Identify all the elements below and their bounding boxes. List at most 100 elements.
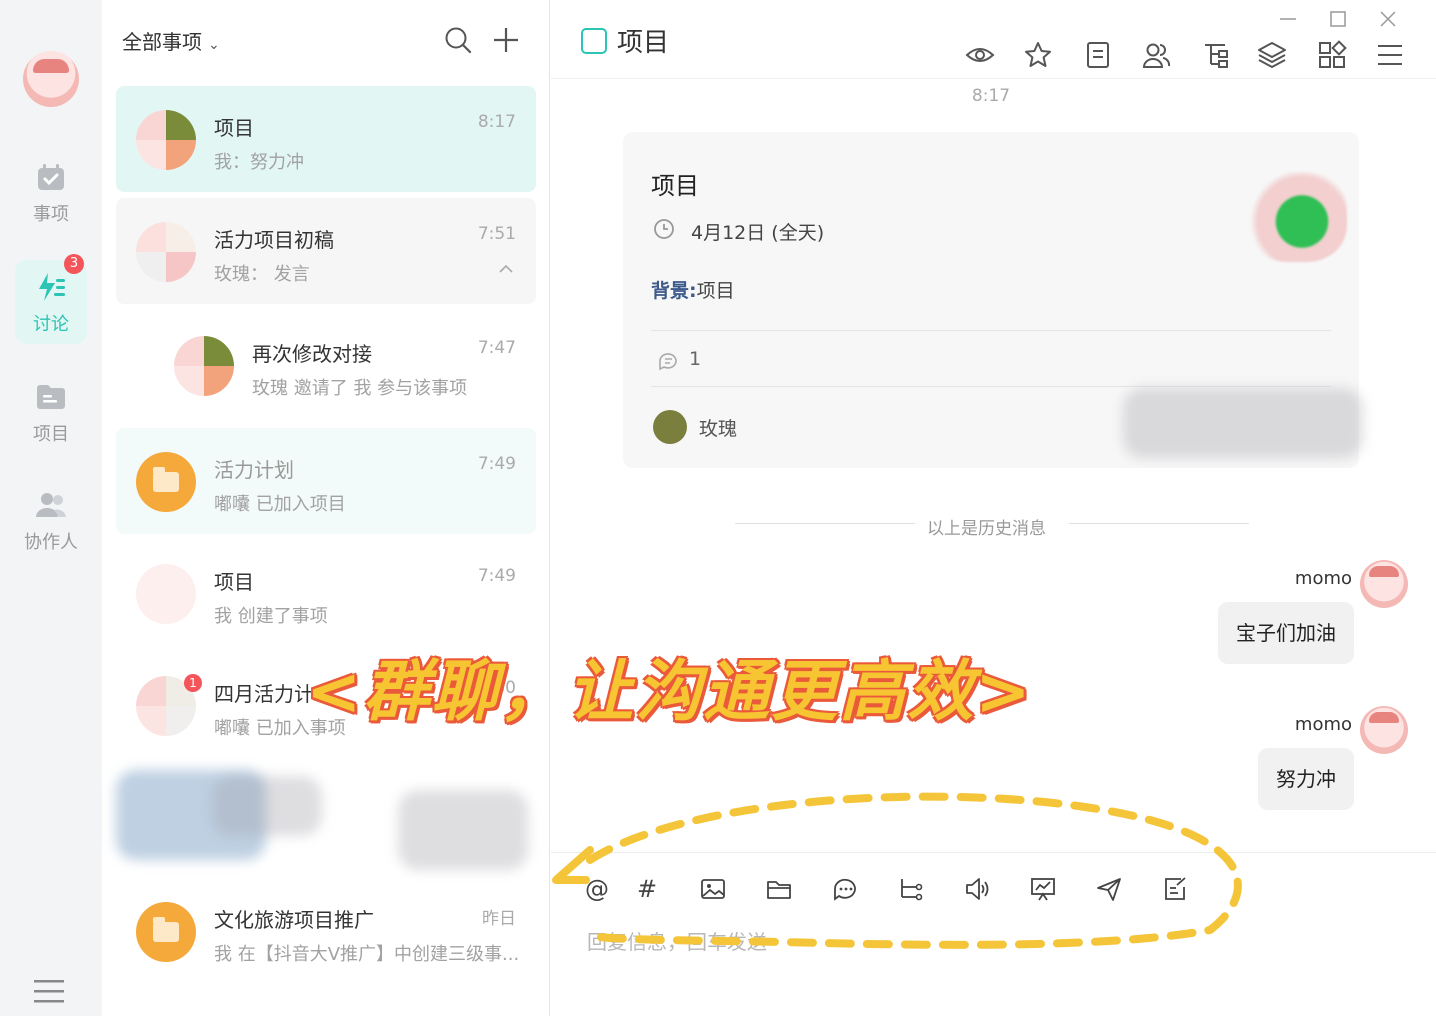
list-item[interactable]: 项目 我 创建了事项 7:49 [116,540,536,646]
avatar[interactable] [1360,706,1408,754]
item-time: 7:47 [477,338,516,358]
nav-label: 项目 [33,424,69,445]
nav-label: 协作人 [24,532,78,553]
avatar [653,410,687,444]
more-menu-icon[interactable] [1375,40,1405,70]
nav-item-collaborators[interactable]: 协作人 [15,478,87,562]
avatar[interactable] [1360,560,1408,608]
history-divider: 以上是历史消息 [927,519,1046,539]
filter-dropdown[interactable]: 全部事项 ⌄ [122,26,220,55]
folder-icon [37,385,65,409]
card-background: 背景:项目 [651,276,735,303]
maximize-icon[interactable] [1329,10,1347,28]
chat-icon[interactable] [831,875,859,903]
avatar [136,564,196,624]
filter-label: 全部事项 [122,30,202,54]
folder-avatar [136,452,196,512]
nav-label: 讨论 [33,314,69,335]
minimize-icon[interactable] [1279,10,1297,28]
chevron-down-icon: ⌄ [208,37,220,53]
presentation-icon[interactable] [1029,875,1057,903]
chevron-up-icon[interactable] [498,264,514,274]
redaction-mark [1123,388,1363,458]
members-icon[interactable] [1141,40,1171,70]
item-title: 项目 [214,116,254,140]
item-title: 再次修改对接 [252,342,372,366]
voice-icon[interactable] [963,875,991,903]
star-icon[interactable] [1023,40,1053,70]
redaction-mark [212,776,322,836]
item-title: 文化旅游项目推广 [214,908,374,932]
unread-badge: 1 [184,674,202,692]
folder-icon[interactable] [765,875,793,903]
app-window: 事项 3 讨论 项目 协作人 全部事项 ⌄ 项目 我：努力冲 8:17 活力项目… [0,0,1436,1016]
item-time: 7:49 [477,566,516,586]
item-title: 活力项目初稿 [214,228,334,252]
add-icon[interactable] [492,26,520,54]
discussion-bolt-icon [39,273,65,301]
message-bubble[interactable]: 努力冲 [1258,748,1354,810]
chat-title-text: 项目 [617,28,670,58]
item-subtitle: 我 创建了事项 [214,606,328,627]
item-subtitle: 嘟囔 已加入项目 [214,494,346,515]
hash-icon[interactable]: # [633,875,661,903]
group-avatar [136,110,196,170]
at-icon[interactable]: @ [583,875,611,903]
item-time: 昨日 [482,909,516,929]
nav-item-projects[interactable]: 项目 [15,370,87,454]
nav-item-tasks[interactable]: 事项 [15,150,87,234]
divider [1069,523,1249,524]
list-item[interactable]: 项目 我：努力冲 8:17 [116,86,536,192]
flow-icon[interactable] [897,875,925,903]
menu-icon[interactable] [34,978,64,1004]
group-avatar [136,222,196,282]
redaction-mark [398,790,528,870]
close-icon[interactable] [1379,10,1397,28]
apps-icon[interactable] [1317,40,1347,70]
card-title: 项目 [651,172,699,200]
document-icon[interactable] [1083,40,1113,70]
message-input[interactable]: 回复信息，回车发送 [587,926,767,955]
nav-item-discussion[interactable]: 3 讨论 [15,254,87,344]
message-timestamp: 8:17 [971,86,1011,106]
card-date: 4月12日 (全天) [691,222,825,244]
item-time: 7:49 [477,454,516,474]
checkbox-icon[interactable] [581,27,607,54]
list-item[interactable]: 活力项目初稿 玫瑰： 发言 7:51 [116,198,536,304]
item-subtitle: 玫瑰 邀请了 我 参与该事项 [252,378,468,399]
list-item-subtask[interactable]: 再次修改对接 玫瑰 邀请了 我 参与该事项 7:47 [154,312,536,418]
divider [651,330,1331,331]
card-user: 玫瑰 [699,418,738,440]
note-icon[interactable] [1161,875,1189,903]
eye-icon[interactable] [965,40,995,70]
send-icon[interactable] [1095,875,1123,903]
divider [735,523,915,524]
card-illustration [1247,172,1347,262]
comment-count: 1 [689,348,702,370]
message-bubble[interactable]: 宝子们加油 [1218,602,1354,664]
item-subtitle: 我 在【抖音大V推广】中创建三级事... [214,944,520,965]
list-item[interactable]: 活力计划 嘟囔 已加入项目 7:49 [116,428,536,534]
message-sender: momo [1294,714,1352,735]
clock-icon [654,219,674,239]
background-label: 背景: [651,280,697,302]
image-icon[interactable] [699,875,727,903]
task-card[interactable]: 项目 4月12日 (全天) 背景:项目 1 玫瑰 [623,132,1363,468]
left-rail: 事项 3 讨论 项目 协作人 [0,0,102,1016]
people-icon [36,493,66,517]
divider [551,78,1436,79]
calendar-check-icon [38,164,64,190]
chat-pane: 项目 8:17 项目 4月12日 (全天) 背景:项目 1 玫瑰 以上是历史消息… [551,0,1436,1016]
list-item[interactable]: 文化旅游项目推广 我 在【抖音大V推广】中创建三级事... 昨日 [116,878,536,984]
item-time: 7:51 [477,224,516,244]
item-subtitle: 我：努力冲 [214,152,304,173]
comment-icon [659,353,677,371]
avatar[interactable] [23,51,79,107]
tree-icon[interactable] [1201,40,1231,70]
search-icon[interactable] [444,26,472,54]
layers-icon[interactable] [1257,40,1287,70]
item-title: 活力计划 [214,458,294,482]
item-time: 8:17 [477,112,516,132]
nav-label: 事项 [33,204,69,225]
conversation-list: 全部事项 ⌄ 项目 我：努力冲 8:17 活力项目初稿 玫瑰： 发言 7:51 [102,0,550,1016]
